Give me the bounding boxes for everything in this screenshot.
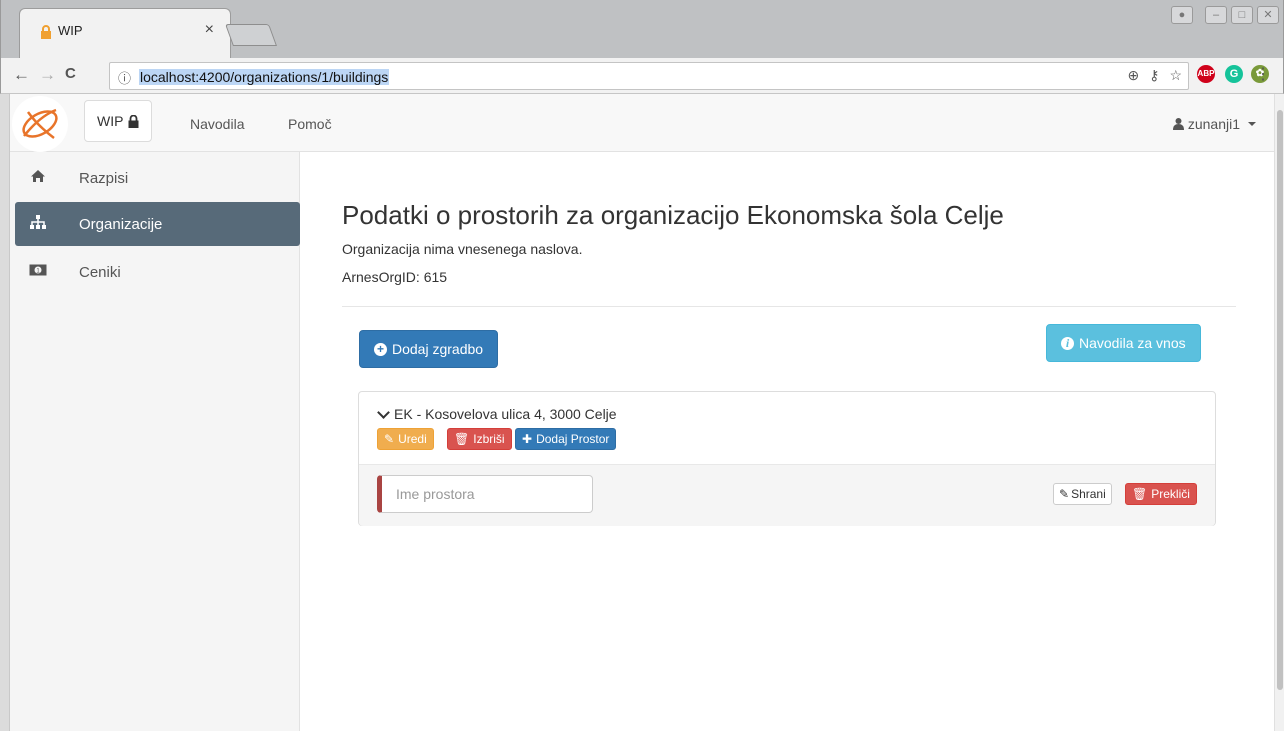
add-building-label: Dodaj zgradbo [392, 341, 484, 357]
delete-building-button[interactable]: 🗑 Izbriši [447, 428, 512, 450]
instructions-button[interactable]: i Navodila za vnos [1046, 324, 1201, 362]
sidebar-item-organizacije[interactable]: Organizacije [15, 202, 300, 246]
page-title: Podatki o prostorih za organizacijo Ekon… [342, 200, 1004, 230]
star-icon[interactable]: ☆ [1169, 67, 1182, 84]
address-bar[interactable]: ⓘ localhost:4200/organizations/1/buildin… [109, 62, 1189, 90]
save-room-button[interactable]: ✎ Shrani [1053, 483, 1112, 505]
user-menu[interactable]: zunanji1 [1172, 116, 1256, 132]
building-panel: EK - Kosovelova ulica 4, 3000 Celje ✎ Ur… [358, 391, 1216, 526]
sidebar-item-razpisi[interactable]: Razpisi [15, 156, 300, 200]
sidebar-item-ceniki[interactable]: 1 Ceniki [15, 250, 300, 294]
plus-icon: ✚ [522, 432, 533, 446]
building-name: EK - Kosovelova ulica 4, 3000 Celje [394, 406, 617, 422]
zoom-icon[interactable]: ⊕ [1127, 67, 1139, 84]
forward-arrow-icon[interactable]: → [39, 65, 56, 85]
omnibox-actions: ⊕ ⚷ ☆ [1127, 67, 1182, 84]
nav-link-pomoc[interactable]: Pomoč [288, 116, 332, 132]
browser-menu-icon[interactable]: ⋮ [1255, 64, 1271, 84]
lock-icon [128, 114, 139, 128]
trash-icon: 🗑 [1132, 487, 1148, 501]
grammarly-icon[interactable]: G [1225, 65, 1243, 83]
add-building-button[interactable]: + Dodaj zgradbo [359, 330, 499, 368]
main-content: Podatki o prostorih za organizacijo Ekon… [300, 152, 1274, 731]
browser-tab[interactable]: WIP × [19, 8, 231, 58]
sidebar-item-label: Razpisi [79, 169, 129, 187]
adblock-icon[interactable]: ABP [1197, 65, 1215, 83]
instructions-label: Navodila za vnos [1079, 335, 1186, 351]
home-icon [15, 169, 61, 188]
sitemap-icon [15, 214, 61, 234]
edit-label: Uredi [398, 432, 427, 446]
key-icon[interactable]: ⚷ [1149, 67, 1159, 84]
cancel-room-button[interactable]: 🗑 Prekliči [1125, 483, 1197, 505]
url-text[interactable]: localhost:4200/organizations/1/buildings [139, 69, 390, 85]
browser-chrome: WIP × ● – □ ✕ ← → C ⓘ localhost:4200/org… [0, 0, 1284, 94]
browser-toolbar: ← → C ⓘ localhost:4200/organizations/1/b… [0, 58, 1284, 94]
reload-icon[interactable]: C [65, 65, 76, 82]
edit-icon: ✎ [384, 432, 395, 446]
nav-link-navodila[interactable]: Navodila [190, 116, 244, 132]
close-icon[interactable]: × [205, 21, 214, 39]
window-controls: ● – □ ✕ [1171, 6, 1279, 24]
sidebar-item-label: Ceniki [79, 263, 121, 281]
window-left-edge [0, 94, 10, 731]
save-label: Shrani [1071, 487, 1106, 501]
info-circle-icon: i [1061, 336, 1074, 350]
edit-icon: ✎ [1059, 487, 1070, 501]
cancel-label: Prekliči [1151, 487, 1190, 501]
delete-label: Izbriši [473, 432, 505, 446]
new-room-row: ✎ Shrani 🗑 Prekliči [359, 464, 1215, 526]
tab-bar: WIP × ● – □ ✕ [0, 0, 1284, 58]
info-icon[interactable]: ⓘ [118, 68, 131, 87]
user-name: zunanji1 [1187, 116, 1240, 132]
brand-button[interactable]: WIP [84, 100, 153, 142]
address-note: Organizacija nima vnesenega naslova. [342, 241, 583, 257]
profile-icon[interactable]: ● [1171, 6, 1193, 24]
building-toggle[interactable]: EK - Kosovelova ulica 4, 3000 Celje [377, 405, 617, 422]
room-name-input[interactable] [377, 475, 593, 513]
caret-down-icon [1248, 122, 1256, 126]
app-navbar: WIP Navodila Pomoč zunanji1 [10, 94, 1274, 152]
brand-label: WIP [97, 113, 124, 129]
app-logo[interactable] [12, 96, 68, 152]
divider [342, 306, 1236, 307]
trash-icon: 🗑 [454, 432, 470, 446]
tab-title: WIP [58, 23, 83, 38]
minimize-icon[interactable]: – [1205, 6, 1227, 24]
arnes-org-id: ArnesOrgID: 615 [342, 269, 448, 285]
scrollbar-thumb[interactable] [1277, 110, 1283, 690]
back-arrow-icon[interactable]: ← [13, 65, 30, 85]
add-room-button[interactable]: ✚ Dodaj Prostor [515, 428, 617, 450]
sidebar: Razpisi Organizacije 1 Ceniki [10, 152, 300, 731]
money-icon: 1 [15, 263, 61, 281]
building-panel-header: EK - Kosovelova ulica 4, 3000 Celje ✎ Ur… [359, 392, 1215, 464]
add-room-label: Dodaj Prostor [536, 432, 610, 446]
window-close-icon[interactable]: ✕ [1257, 6, 1279, 24]
plus-circle-icon: + [374, 342, 387, 356]
sidebar-item-label: Organizacije [79, 215, 163, 233]
maximize-icon[interactable]: □ [1231, 6, 1253, 24]
chevron-down-icon [377, 405, 390, 419]
lock-icon [41, 25, 51, 39]
user-icon [1172, 118, 1184, 130]
new-tab-button[interactable] [224, 24, 278, 46]
edit-building-button[interactable]: ✎ Uredi [377, 428, 434, 450]
page-scrollbar[interactable] [1274, 94, 1284, 731]
